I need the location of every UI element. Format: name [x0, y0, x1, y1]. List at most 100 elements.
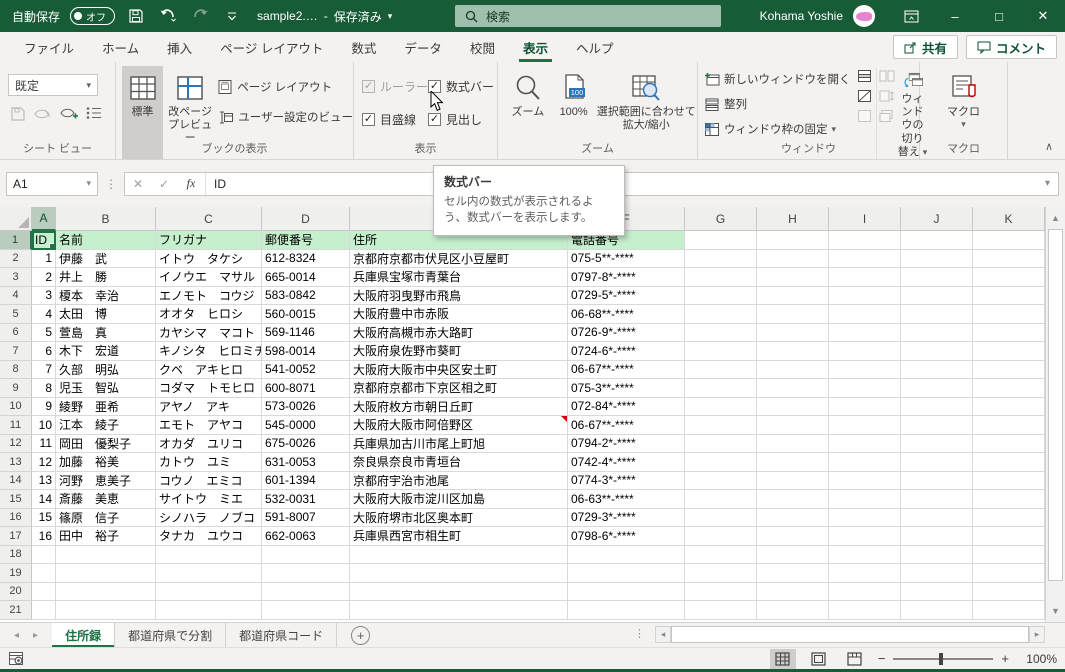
scroll-down-icon[interactable]: ▼ [1046, 602, 1065, 620]
cell[interactable]: 久部 明弘 [56, 360, 156, 379]
cell[interactable]: サイトウ ミエ [156, 490, 262, 509]
cell[interactable] [829, 268, 901, 287]
sheet-nav-left-icon[interactable]: ◂ [14, 630, 19, 641]
cell[interactable] [757, 434, 829, 453]
cell[interactable] [973, 342, 1045, 361]
row-header-1[interactable]: 1 [0, 231, 32, 250]
minimize-button[interactable]: – [933, 0, 977, 32]
sheet-tab-住所録[interactable]: 住所録 [52, 623, 116, 647]
row-header-11[interactable]: 11 [0, 416, 32, 435]
cell[interactable] [685, 360, 757, 379]
cell[interactable] [829, 582, 901, 601]
cell[interactable]: 601-1394 [262, 471, 350, 490]
ribbon-tab-7[interactable]: 表示 [509, 32, 562, 62]
cell[interactable] [685, 601, 757, 620]
cell[interactable] [829, 379, 901, 398]
cell[interactable]: 0729-3*-**** [568, 508, 685, 527]
cell[interactable]: タナカ ユウコ [156, 527, 262, 546]
cell[interactable] [973, 360, 1045, 379]
cell[interactable]: 14 [32, 490, 56, 509]
cell[interactable] [685, 490, 757, 509]
vertical-scroll-thumb[interactable] [1048, 229, 1063, 581]
cell[interactable] [262, 545, 350, 564]
cell[interactable] [156, 545, 262, 564]
cell[interactable]: シノハラ ノブコ [156, 508, 262, 527]
cell[interactable]: 573-0026 [262, 397, 350, 416]
cell[interactable]: 大阪府高槻市赤大路町 [350, 323, 568, 342]
cell[interactable] [829, 249, 901, 268]
expand-formula-bar-icon[interactable]: ▾ [1037, 178, 1058, 189]
undo-icon[interactable] [157, 6, 179, 26]
cell[interactable] [757, 397, 829, 416]
cell[interactable] [901, 453, 973, 472]
cell[interactable] [901, 601, 973, 620]
status-page-break-button[interactable] [842, 649, 868, 669]
cell[interactable]: 大阪府泉佐野市葵町 [350, 342, 568, 361]
sheet-tab-都道府県で分割[interactable]: 都道府県で分割 [115, 623, 227, 647]
cell[interactable]: 0724-6*-**** [568, 342, 685, 361]
cell[interactable] [685, 379, 757, 398]
ribbon-tab-3[interactable]: ページ レイアウト [206, 32, 337, 62]
cell[interactable] [757, 582, 829, 601]
ribbon-tab-6[interactable]: 校閲 [456, 32, 509, 62]
checkbox-box[interactable]: ✓ [362, 113, 375, 126]
cell[interactable]: 大阪府羽曳野市飛鳥 [350, 286, 568, 305]
cell[interactable]: 郵便番号 [262, 231, 350, 250]
zoom-slider[interactable] [893, 652, 994, 665]
comments-button[interactable]: コメント [965, 35, 1057, 59]
sheet-tab-都道府県コード[interactable]: 都道府県コード [226, 623, 338, 647]
zoom-out-button[interactable]: − [878, 651, 886, 666]
freeze-panes-button[interactable]: ウィンドウ枠の固定 ▾ [704, 118, 851, 140]
new-window-button[interactable]: 新しいウィンドウを開く [704, 68, 851, 90]
cell[interactable] [685, 434, 757, 453]
cell[interactable] [757, 527, 829, 546]
cell[interactable] [829, 564, 901, 583]
column-header-K[interactable]: K [973, 207, 1045, 231]
cell[interactable]: 3 [32, 286, 56, 305]
cell[interactable] [829, 416, 901, 435]
name-box[interactable]: A1 ▾ [6, 171, 98, 196]
new-sheet-view-icon[interactable] [60, 106, 78, 122]
cell[interactable] [757, 286, 829, 305]
sheet-nav-right-icon[interactable]: ▸ [33, 630, 38, 641]
custom-views-button[interactable]: ユーザー設定のビュー [217, 106, 353, 128]
cell[interactable] [685, 397, 757, 416]
cell[interactable] [973, 564, 1045, 583]
cell[interactable] [757, 453, 829, 472]
cell[interactable]: 8 [32, 379, 56, 398]
arrange-all-button[interactable]: 整列 [704, 93, 851, 115]
cell[interactable]: 0797-8*-**** [568, 268, 685, 287]
cell[interactable] [757, 360, 829, 379]
cell[interactable]: 600-8071 [262, 379, 350, 398]
cell[interactable] [685, 268, 757, 287]
row-header-8[interactable]: 8 [0, 360, 32, 379]
scroll-right-icon[interactable]: ▸ [1029, 625, 1045, 643]
column-header-J[interactable]: J [901, 207, 973, 231]
cell[interactable] [973, 582, 1045, 601]
macro-record-icon[interactable] [8, 651, 24, 666]
scroll-left-icon[interactable]: ◂ [655, 625, 671, 643]
horizontal-scrollbar[interactable]: ◂ ▸ [655, 625, 1045, 643]
select-all-corner[interactable] [0, 207, 32, 231]
cell[interactable] [901, 249, 973, 268]
row-header-7[interactable]: 7 [0, 342, 32, 361]
insert-function-button[interactable]: fx [177, 176, 205, 191]
cell[interactable]: 0798-6*-**** [568, 527, 685, 546]
cell[interactable]: 綾野 亜希 [56, 397, 156, 416]
cell[interactable] [901, 286, 973, 305]
row-header-18[interactable]: 18 [0, 545, 32, 564]
cell[interactable]: 0729-5*-**** [568, 286, 685, 305]
cell[interactable]: 569-1146 [262, 323, 350, 342]
cell[interactable] [757, 323, 829, 342]
cell[interactable]: 545-0000 [262, 416, 350, 435]
collapse-ribbon-button[interactable]: ∧ [1045, 140, 1053, 153]
cell[interactable]: 奈良県奈良市青垣台 [350, 453, 568, 472]
cell[interactable]: 加藤 裕美 [56, 453, 156, 472]
cell[interactable] [757, 305, 829, 324]
cell[interactable]: 大阪府大阪市淀川区加島 [350, 490, 568, 509]
cell[interactable]: 京都府京都市下京区相之町 [350, 379, 568, 398]
cell[interactable]: 541-0052 [262, 360, 350, 379]
cell[interactable] [973, 434, 1045, 453]
cell[interactable]: 大阪府大阪市阿倍野区 [350, 416, 568, 435]
status-page-layout-button[interactable] [806, 649, 832, 669]
